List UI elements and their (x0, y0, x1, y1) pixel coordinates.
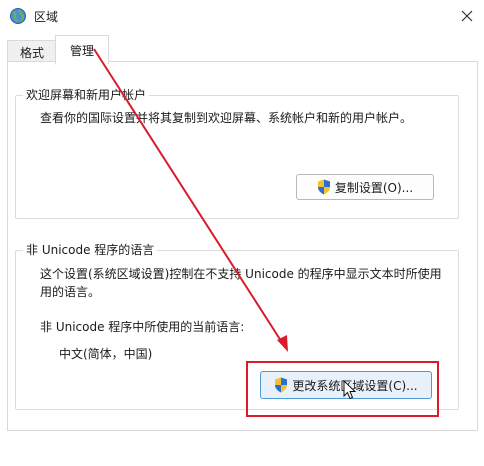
window-title: 区域 (34, 10, 59, 24)
welcome-group-title: 欢迎屏幕和新用户帐户 (23, 87, 150, 103)
current-language-label: 非 Unicode 程序中所使用的当前语言: (40, 320, 245, 334)
tab-manage-label: 管理 (69, 43, 94, 58)
tab-manage[interactable]: 管理 (55, 35, 109, 65)
current-language-value: 中文(简体，中国) (59, 347, 153, 361)
copy-settings-label: 复制设置(O)... (334, 180, 414, 195)
uac-shield-icon (317, 179, 330, 195)
bottom-bar (0, 430, 484, 466)
tab-strip: 格式 管理 (0, 32, 484, 65)
globe-icon (10, 8, 26, 24)
copy-settings-button[interactable]: 复制设置(O)... (296, 174, 434, 200)
welcome-description: 查看你的国际设置并将其复制到欢迎屏幕、系统帐户和新的用户帐户。 (40, 111, 413, 125)
unicode-description-line1: 这个设置(系统区域设置)控制在不支持 Unicode 的程序中显示文本时所使用 (40, 267, 442, 281)
close-icon (461, 10, 473, 22)
tab-format[interactable]: 格式 (7, 40, 57, 63)
mouse-pointer-icon (343, 380, 357, 400)
tab-format-label: 格式 (19, 45, 44, 60)
title-bar: 区域 (0, 0, 484, 32)
unicode-description-line2: 用的语言。 (40, 285, 101, 299)
close-button[interactable] (452, 3, 482, 29)
unicode-group-title: 非 Unicode 程序的语言 (23, 242, 158, 258)
